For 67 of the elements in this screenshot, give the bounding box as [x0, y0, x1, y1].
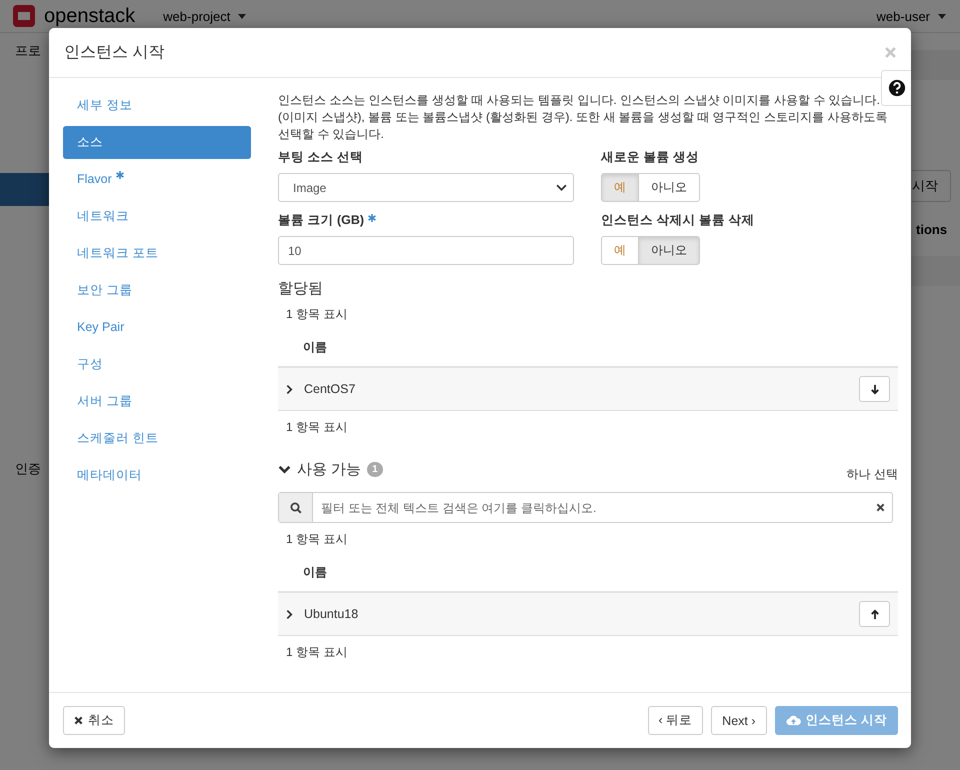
panel-background: [911, 50, 960, 80]
wizard-step[interactable]: 구성: [63, 348, 251, 381]
arrow-down-icon: [870, 384, 880, 394]
help-button[interactable]: [881, 70, 911, 106]
launch-button[interactable]: 시작: [912, 170, 951, 202]
wizard-step[interactable]: Flavor: [63, 163, 251, 196]
column-heading: tions: [916, 222, 948, 237]
clear-icon[interactable]: [876, 503, 885, 512]
chevron-icon[interactable]: [286, 384, 293, 394]
caret-icon: [238, 14, 246, 18]
column-header: 이름: [302, 339, 328, 356]
chevron-down-icon[interactable]: [278, 465, 291, 474]
item-count: 1 항목 표시: [285, 419, 348, 436]
item-count: 1 항목 표시: [285, 644, 348, 661]
wizard-step[interactable]: 네트워크: [63, 200, 251, 233]
search-field[interactable]: 필터 또는 전체 텍스트 검색은 여기를 클릭하십시오.: [313, 500, 876, 514]
next-button[interactable]: Next ›: [711, 706, 767, 735]
volume-size-field[interactable]: 10: [278, 236, 574, 265]
back-button[interactable]: ‹ 뒤로: [648, 706, 704, 735]
add-button[interactable]: [859, 601, 890, 627]
caret-icon: [938, 14, 946, 18]
wizard-step[interactable]: 소스: [63, 126, 251, 159]
chevron-icon[interactable]: [286, 608, 293, 620]
wizard-step[interactable]: 스케줄러 힌트: [63, 422, 251, 455]
section-title: 할당됨: [278, 279, 324, 298]
remove-button[interactable]: [859, 376, 890, 402]
toggle-option[interactable]: 아니오: [638, 236, 700, 265]
selection-hint: 하나 선택: [846, 466, 898, 483]
count-badge: 1: [367, 462, 383, 477]
dialog-title: 인스턴스 시작: [64, 43, 164, 63]
wizard-step[interactable]: 네트워크 포트: [63, 237, 251, 270]
caret-icon: [556, 184, 567, 191]
toggle-option[interactable]: 예: [601, 173, 639, 202]
search-bar[interactable]: 필터 또는 전체 텍스트 검색은 여기를 클릭하십시오.: [278, 492, 893, 523]
logo-icon: [12, 4, 36, 28]
field-label: 새로운 볼륨 생성: [601, 149, 700, 166]
help-icon: [888, 79, 906, 97]
description: 인스턴스 소스는 인스턴스를 생성할 때 사용되는 템플릿 입니다. 인스턴스의 스냅샷 이미지를 사용할 수 있습니다. (이미지 스냅샷), 볼륨 또는 볼륨스냅샷 (활성화된 경우). 또한 새 볼륨을 생성할 때 영구적인 스토리지를 사용하도록 선택할 수 있습니다.: [278, 92, 888, 143]
field-label: 볼륨 크기 (GB): [278, 212, 574, 229]
wizard-step[interactable]: 보안 그룹: [63, 274, 251, 307]
column-header: 이름: [302, 564, 328, 581]
wizard-step[interactable]: 서버 그룹: [63, 385, 251, 418]
sidebar-highlight: [0, 173, 49, 206]
toggle-option[interactable]: 예: [601, 236, 639, 265]
field-label: 부팅 소스 선택: [278, 149, 364, 166]
table-row: [911, 256, 960, 286]
toggle-option[interactable]: 아니오: [638, 173, 700, 202]
wizard-step[interactable]: 메타데이터: [63, 459, 251, 492]
brand-name: openstack: [44, 4, 136, 28]
sidebar-item[interactable]: 인증: [15, 460, 41, 478]
boot-source-select[interactable]: Image: [278, 173, 574, 202]
cancel-button[interactable]: 취소: [63, 706, 125, 735]
section-title: 사용 가능: [297, 460, 362, 479]
arrow-up-icon: [870, 608, 880, 620]
user-menu[interactable]: web-user: [876, 8, 930, 24]
project-dropdown[interactable]: web-project: [163, 8, 230, 24]
field-label: 인스턴스 삭제시 볼륨 삭제: [601, 212, 756, 229]
item-count: 1 항목 표시: [285, 306, 348, 323]
breadcrumb: 프로: [15, 42, 41, 60]
wizard-step[interactable]: 세부 정보: [63, 89, 251, 122]
item-count: 1 항목 표시: [285, 531, 348, 548]
close-icon: [74, 716, 83, 725]
search-icon: [290, 502, 302, 514]
cloud-upload-icon: [786, 715, 801, 726]
wizard-step[interactable]: Key Pair: [63, 311, 251, 344]
image-name: CentOS7: [304, 382, 356, 396]
image-name: Ubuntu18: [304, 607, 358, 621]
